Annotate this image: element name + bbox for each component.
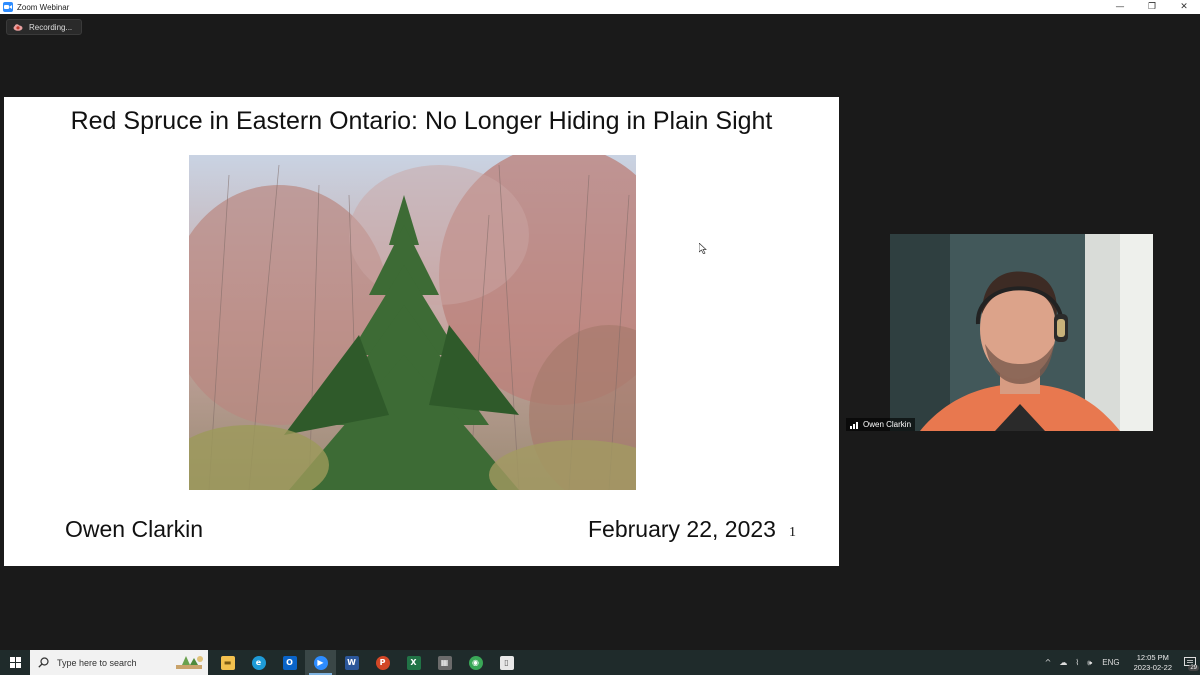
taskbar-calculator[interactable]: ▦ <box>429 650 460 675</box>
zoom-webinar-window: Zoom Webinar — ❐ ✕ Recording... Red Spru… <box>0 0 1200 675</box>
taskbar-edge[interactable]: e <box>243 650 274 675</box>
excel-icon: X <box>406 655 421 670</box>
taskbar-outlook[interactable]: O <box>274 650 305 675</box>
slide-author: Owen Clarkin <box>65 516 204 542</box>
search-highlight-icon <box>176 656 203 669</box>
slide-date: February 22, 2023 <box>588 516 776 542</box>
restore-button[interactable]: ❐ <box>1136 0 1168 14</box>
taskbar-word[interactable]: W <box>336 650 367 675</box>
recording-cloud-icon <box>13 24 23 31</box>
edge-icon: e <box>251 655 266 670</box>
participant-video[interactable] <box>890 234 1153 431</box>
notification-count: 29 <box>1188 665 1199 671</box>
network-icon[interactable]: ⌇ <box>1075 658 1079 667</box>
taskbar-clock[interactable]: 12:05 PM 2023-02-22 <box>1134 653 1172 673</box>
windows-logo-icon <box>9 657 21 668</box>
outlook-icon: O <box>282 655 297 670</box>
signal-bars-icon <box>850 421 858 429</box>
minimize-button[interactable]: — <box>1104 0 1136 14</box>
slide-title: Red Spruce in Eastern Ontario: No Longer… <box>70 107 773 135</box>
system-tray: ^ ☁ ⌇ 🕪 ENG 12:05 PM 2023-02-22 29 <box>1041 650 1200 675</box>
taskbar-file-explorer[interactable]: ▬ <box>212 650 243 675</box>
zoom-app-icon <box>3 2 13 12</box>
calculator-icon: ▦ <box>437 655 452 670</box>
taskbar-apps: ▬ e O ▶ W P X ▦ ◉ ▯ <box>212 650 522 675</box>
taskbar-excel[interactable]: X <box>398 650 429 675</box>
powerpoint-icon: P <box>375 655 390 670</box>
taskbar-powerpoint[interactable]: P <box>367 650 398 675</box>
taskbar-zoom[interactable]: ▶ <box>305 650 336 675</box>
search-placeholder: Type here to search <box>57 657 137 668</box>
word-icon: W <box>344 655 359 670</box>
taskbar-maps[interactable]: ◉ <box>460 650 491 675</box>
title-bar: Zoom Webinar — ❐ ✕ <box>0 0 1200 14</box>
window-title: Zoom Webinar <box>17 2 70 12</box>
notification-button[interactable]: 29 <box>1180 650 1200 675</box>
red-spruce-photo <box>189 155 636 490</box>
participant-name-tag: Owen Clarkin <box>846 418 916 431</box>
participant-name: Owen Clarkin <box>863 420 912 429</box>
volume-icon[interactable]: 🕪 <box>1087 658 1092 668</box>
clock-time: 12:05 PM <box>1136 652 1169 662</box>
zoom-icon: ▶ <box>313 655 328 670</box>
close-button[interactable]: ✕ <box>1168 0 1200 14</box>
recording-indicator[interactable]: Recording... <box>6 19 82 35</box>
slide-page-number: 1 <box>789 525 796 540</box>
folder-icon: ▬ <box>220 655 235 670</box>
clock-date: 2023-02-22 <box>1133 662 1172 672</box>
mouse-cursor-icon <box>699 243 707 254</box>
globe-icon: ◉ <box>468 655 483 670</box>
start-button[interactable] <box>0 650 30 675</box>
taskbar-search-box[interactable]: Type here to search <box>30 650 208 675</box>
chevron-up-icon[interactable]: ^ <box>1045 658 1052 667</box>
windows-taskbar: Type here to search ▬ e O ▶ W P X ▦ ◉ ▯ … <box>0 650 1200 675</box>
recording-label: Recording... <box>29 22 73 32</box>
language-indicator[interactable]: ENG <box>1102 658 1119 667</box>
taskbar-notepad[interactable]: ▯ <box>491 650 522 675</box>
document-icon: ▯ <box>499 655 514 670</box>
shared-slide: Red Spruce in Eastern Ontario: No Longer… <box>4 97 839 566</box>
onedrive-cloud-icon[interactable]: ☁ <box>1059 658 1067 667</box>
window-controls: — ❐ ✕ <box>1104 0 1200 14</box>
search-icon <box>38 657 49 668</box>
